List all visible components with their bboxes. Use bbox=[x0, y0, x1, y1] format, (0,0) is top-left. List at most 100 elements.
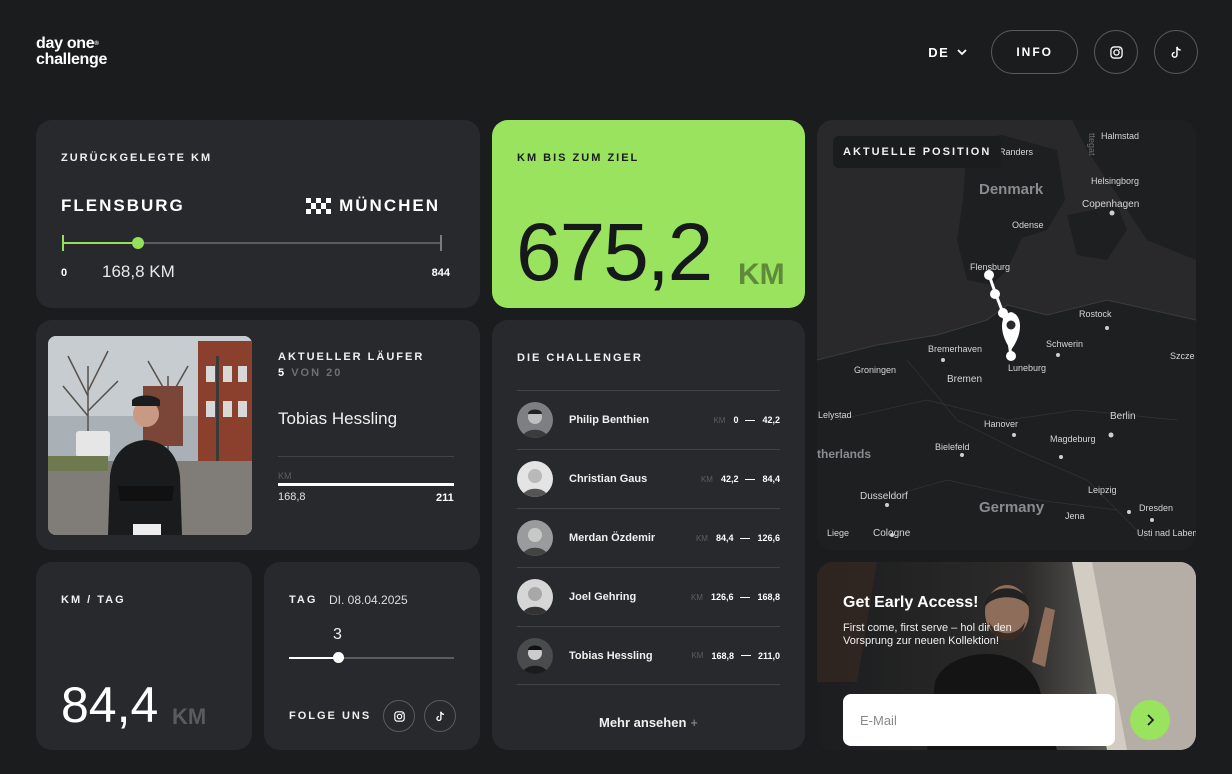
runner-name: Tobias Hessling bbox=[278, 409, 398, 428]
language-label: DE bbox=[928, 44, 950, 60]
goal-label: KM BIS ZUM ZIEL bbox=[517, 152, 640, 164]
runner-position: 5 VON 20 bbox=[278, 367, 342, 379]
early-access-title: Get Early Access! bbox=[843, 594, 979, 611]
distance-progress bbox=[62, 235, 442, 251]
runner-card: AKTUELLER LÄUFER 5 VON 20 Tobias Hesslin… bbox=[36, 320, 480, 550]
language-selector[interactable]: DE bbox=[928, 45, 967, 60]
list-item[interactable]: Philip Benthien KM 0 42,2 bbox=[517, 390, 780, 449]
day-slider[interactable] bbox=[289, 652, 454, 663]
avatar bbox=[517, 402, 553, 438]
distance-label: ZURÜCKGELEGTE KM bbox=[61, 152, 213, 164]
map-card[interactable]: Halmstad Randers Denmark Helsingborg Cop… bbox=[817, 120, 1196, 550]
info-button[interactable]: INFO bbox=[991, 30, 1078, 74]
list-item[interactable]: Christian Gaus KM 42,2 84,4 bbox=[517, 449, 780, 508]
avatar bbox=[517, 461, 553, 497]
km-to: 211,0 bbox=[757, 650, 780, 661]
km-to: 84,4 bbox=[762, 474, 780, 484]
challengers-label: DIE CHALLENGER bbox=[517, 352, 643, 364]
map[interactable] bbox=[817, 120, 1196, 550]
runner-label: AKTUELLER LÄUFER bbox=[278, 351, 425, 363]
instagram-button[interactable] bbox=[1094, 30, 1138, 74]
instagram-icon bbox=[393, 710, 405, 722]
distance-card: ZURÜCKGELEGTE KM FLENSBURG MÜNCHEN 0 168… bbox=[36, 120, 480, 308]
km-from: 168,8 bbox=[711, 650, 734, 661]
challenger-name: Philip Benthien bbox=[569, 414, 650, 426]
avatar bbox=[517, 579, 553, 615]
runner-progress-bar bbox=[278, 483, 454, 486]
km-from: 42,2 bbox=[720, 474, 739, 484]
list-item[interactable]: Merdan Özdemir KM 84,4 126,6 bbox=[517, 508, 780, 567]
scale-max: 844 bbox=[431, 267, 450, 279]
tiktok-icon bbox=[1171, 46, 1181, 58]
km-from: 84,4 bbox=[715, 533, 734, 543]
tiktok-icon bbox=[435, 711, 444, 721]
challenger-name: Christian Gaus bbox=[569, 473, 648, 485]
km-range: 42,2 84,4 bbox=[721, 474, 780, 484]
km-per-day-label: KM / TAG bbox=[61, 594, 126, 606]
km-per-day-card: KM / TAG 84,4 KM bbox=[36, 562, 252, 750]
day-label: TAG bbox=[289, 594, 318, 606]
tiktok-button-small[interactable] bbox=[424, 700, 456, 732]
km-per-day-unit: KM bbox=[172, 704, 207, 729]
km-range: 168,8 211,0 bbox=[711, 651, 780, 661]
km-to: 42,2 bbox=[762, 415, 780, 425]
current-km: 168,8 KM bbox=[102, 262, 175, 281]
day-date: DI. 08.04.2025 bbox=[329, 593, 408, 607]
goal-value: 675,2 bbox=[516, 207, 713, 298]
km-range: 126,6 168,8 bbox=[711, 592, 780, 602]
email-field[interactable] bbox=[843, 694, 1115, 746]
avatar bbox=[517, 637, 553, 674]
km-per-day-value: 84,4 bbox=[61, 677, 159, 733]
km-to: 126,6 bbox=[757, 533, 780, 543]
challengers-list: Philip Benthien KM 0 42,2 Christian Gaus … bbox=[517, 390, 780, 685]
finish-flag-icon bbox=[306, 197, 332, 215]
destination-city: MÜNCHEN bbox=[339, 196, 440, 215]
km-label: KM bbox=[690, 592, 703, 602]
day-slider-fill bbox=[289, 657, 339, 659]
logo[interactable]: day one® challenge bbox=[36, 36, 107, 68]
day-slider-value: 3 bbox=[333, 626, 342, 643]
early-access-text: First come, first serve – hol dir den Vo… bbox=[843, 622, 1012, 647]
list-item[interactable]: Joel Gehring KM 126,6 168,8 bbox=[517, 567, 780, 626]
top-nav: DE INFO bbox=[928, 30, 1198, 74]
divider bbox=[278, 456, 454, 457]
challenger-name: Joel Gehring bbox=[569, 591, 637, 603]
start-tick bbox=[62, 235, 64, 251]
map-label: AKTUELLE POSITION bbox=[833, 136, 1002, 168]
runner-photo bbox=[48, 336, 252, 535]
runner-km-label: KM bbox=[278, 471, 292, 481]
scale-min: 0 bbox=[61, 267, 68, 279]
logo-registered: ® bbox=[94, 41, 99, 47]
plus-icon: + bbox=[690, 715, 698, 730]
early-access-card: Get Early Access! First come, first serv… bbox=[817, 562, 1196, 750]
km-label: KM bbox=[700, 474, 713, 484]
show-more-button[interactable]: Mehr ansehen + bbox=[492, 715, 805, 730]
list-item[interactable]: Tobias Hessling KM 168,8 211,0 bbox=[517, 626, 780, 685]
destination: MÜNCHEN bbox=[306, 196, 440, 216]
avatar bbox=[517, 520, 553, 556]
km-range: 84,4 126,6 bbox=[716, 533, 780, 543]
show-more-label: Mehr ansehen bbox=[598, 715, 687, 730]
km-label: KM bbox=[713, 415, 726, 425]
tiktok-button[interactable] bbox=[1154, 30, 1198, 74]
challengers-card: DIE CHALLENGER Philip Benthien KM 0 42,2 … bbox=[492, 320, 805, 750]
distance-progress-fill bbox=[62, 242, 138, 244]
challenger-name: Tobias Hessling bbox=[569, 649, 653, 662]
km-from: 0 bbox=[733, 415, 739, 425]
submit-button[interactable] bbox=[1130, 700, 1170, 740]
current-position-dot bbox=[132, 237, 144, 249]
follow-label: FOLGE UNS bbox=[289, 710, 372, 722]
start-city: FLENSBURG bbox=[61, 196, 185, 215]
chevron-down-icon bbox=[957, 48, 967, 55]
runner-position-total: VON 20 bbox=[291, 367, 343, 379]
logo-line2: challenge bbox=[36, 51, 108, 68]
runner-from-km: 168,8 bbox=[278, 491, 306, 503]
day-slider-handle[interactable] bbox=[333, 652, 344, 663]
instagram-icon bbox=[1109, 45, 1123, 59]
km-range: 0 42,2 bbox=[733, 415, 780, 425]
logo-line1: day one bbox=[36, 35, 95, 52]
km-label: KM bbox=[695, 533, 708, 543]
end-tick bbox=[440, 235, 442, 251]
challenger-name: Merdan Özdemir bbox=[569, 532, 656, 544]
instagram-button-small[interactable] bbox=[383, 700, 415, 732]
